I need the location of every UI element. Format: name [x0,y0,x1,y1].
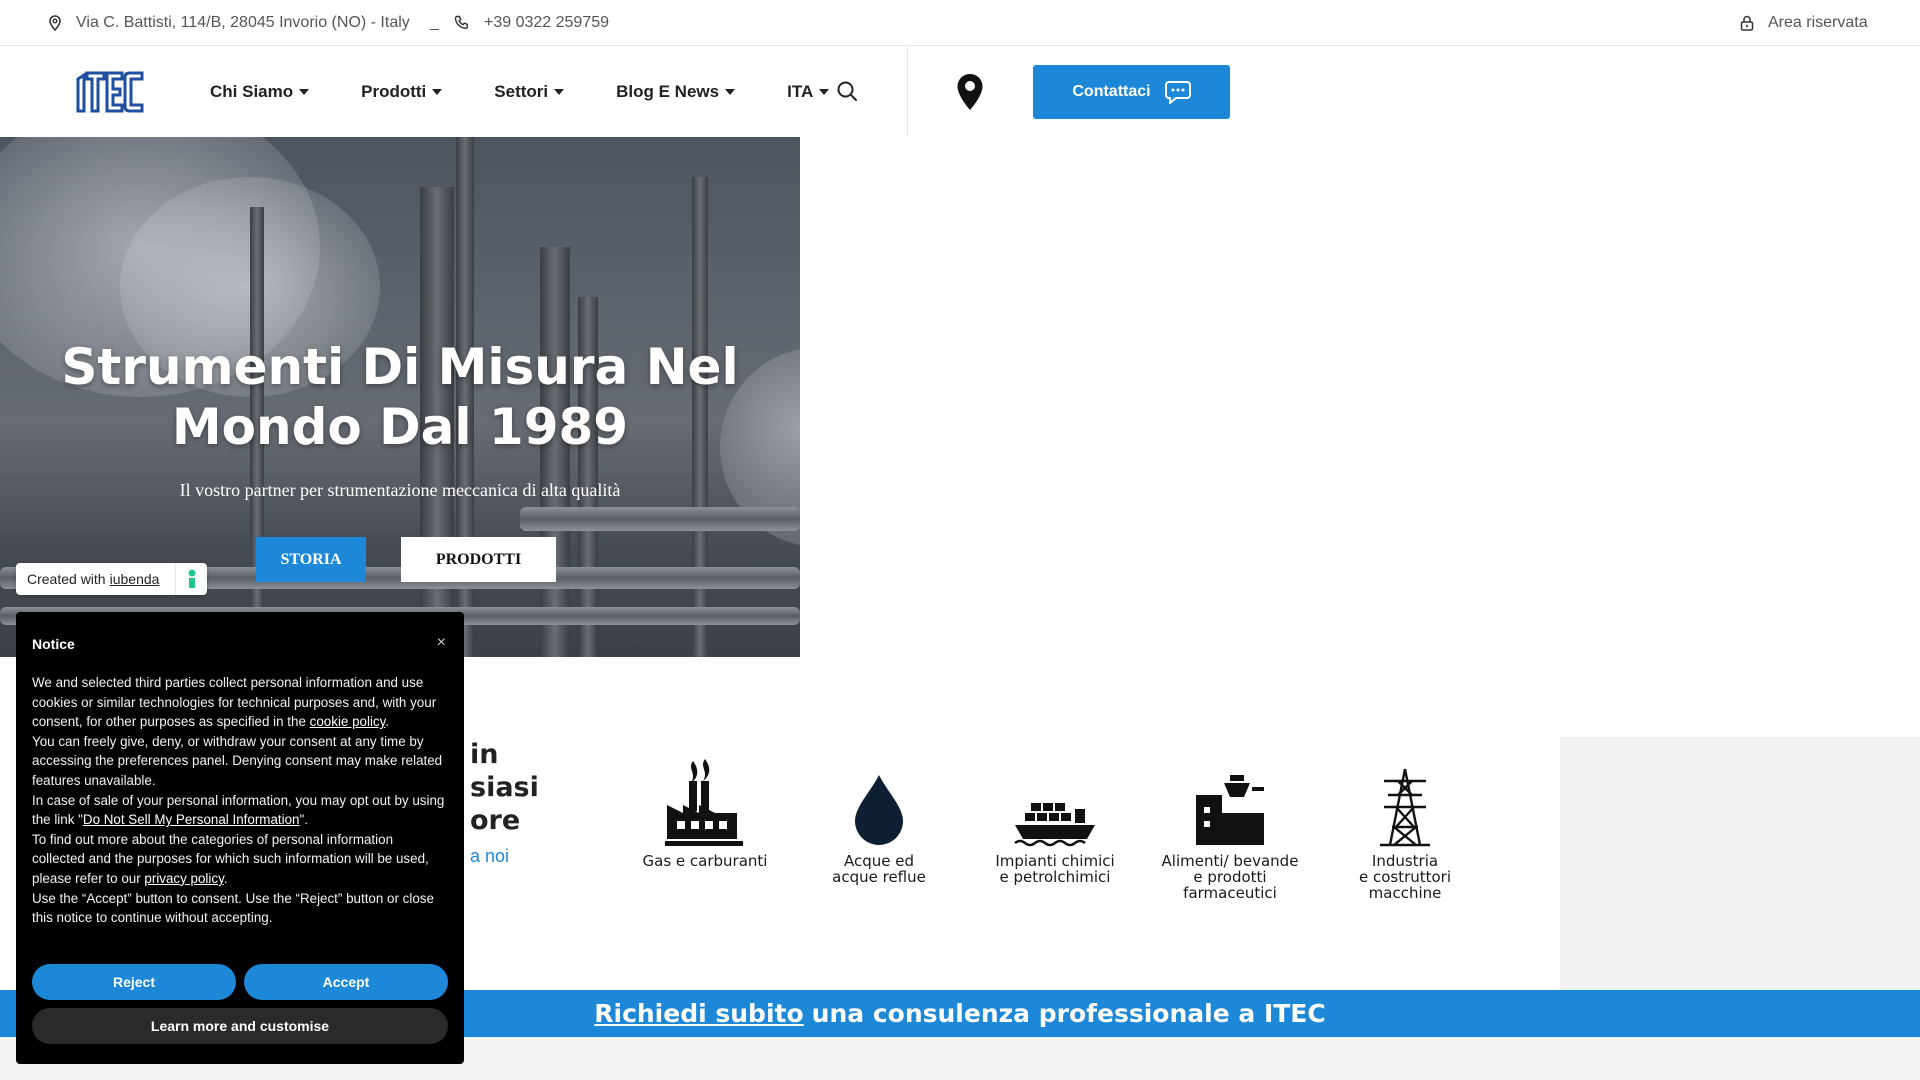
caret-down-icon [725,89,736,95]
sector-label: e prodotti [1193,868,1267,886]
sector-food[interactable]: Alimenti/ bevande e prodotti farmaceutic… [1155,757,1305,901]
nav-prodotti[interactable]: Prodotti [361,82,443,102]
cookie-policy-link[interactable]: cookie policy [310,714,386,729]
location-icon [49,15,61,31]
nav-label: Chi Siamo [210,82,294,101]
map-pin-button[interactable] [956,73,984,116]
phone-link[interactable]: +39 0322 259759 [454,0,609,46]
sector-label: acque reflue [832,868,926,886]
nav-label: Prodotti [361,82,427,101]
caret-down-icon [819,89,830,95]
nav-label: Blog E News [616,82,720,101]
contact-button-label: Contattaci [1072,83,1151,100]
sectors-heading-line: in [470,739,499,770]
address: Via C. Battisti, 114/B, 28045 Invorio (N… [48,0,410,46]
itec-logo[interactable] [74,69,146,115]
privacy-policy-link[interactable]: privacy policy [144,871,223,886]
consultation-link[interactable]: Richiedi subito [594,999,803,1028]
caret-down-icon [299,89,310,95]
hero-title-line: Mondo Dal 1989 [171,398,629,456]
nav-label: Settori [494,82,549,101]
search-button[interactable] [836,80,858,107]
sector-label: Alimenti/ bevande [1161,852,1299,870]
iubenda-logo [175,563,207,595]
sector-label: macchine [1368,884,1442,902]
sector-label: Impianti chimici [995,852,1115,870]
reserved-area-link[interactable]: Area riservata [1740,0,1868,46]
cookie-paragraph: To find out more about the categories of… [32,831,429,886]
search-icon [837,81,857,101]
phone-icon [454,15,468,30]
sector-label: Gas e carburanti [642,852,768,870]
sector-label: Industria [1371,852,1439,870]
hero-bg-pipe [520,507,800,531]
sectors-heading-line: siasi [470,772,539,803]
sectors-heading: in siasi ore [470,738,539,837]
iubenda-badge[interactable]: Created with iubenda [16,563,207,595]
sector-label: e petrolchimici [999,868,1111,886]
accept-button[interactable]: Accept [244,964,448,1000]
sectors-contact-link[interactable]: a noi [470,846,509,867]
caret-down-icon [432,89,443,95]
lock-icon [1740,15,1754,31]
do-not-sell-link[interactable]: Do Not Sell My Personal Information [83,812,300,827]
main-header: Chi Siamo Prodotti Settori Blog E News I… [0,47,1920,137]
header-divider [907,47,908,137]
phone-text: +39 0322 259759 [484,14,610,31]
sectors-heading-line: ore [470,805,521,836]
cookie-paragraph: You can freely give, deny, or withdraw y… [32,733,443,788]
hero-title: Strumenti Di Misura Nel Mondo Dal 1989 [0,337,800,457]
reject-button[interactable]: Reject [32,964,236,1000]
consultation-text: una consulenza professionale a ITEC [811,999,1326,1028]
map-pin-icon [957,74,983,110]
top-bar: Via C. Battisti, 114/B, 28045 Invorio (N… [0,0,1920,46]
iubenda-logo-icon [188,569,195,588]
cookie-text: We and selected third parties collect pe… [32,673,448,928]
sector-industry[interactable]: Industria e costruttori macchine [1330,757,1480,901]
hero-subtitle: Il vostro partner per strumentazione mec… [179,480,621,500]
chat-icon [1164,81,1191,104]
iubenda-link[interactable]: iubenda [110,571,160,587]
cookie-paragraph: We and selected third parties collect pe… [32,675,437,730]
storia-button[interactable]: STORIA [256,537,366,582]
cookie-buttons: Reject Accept [32,964,448,1000]
learn-more-button[interactable]: Learn more and customise [32,1008,448,1044]
contact-button[interactable]: Contattaci [1033,65,1230,119]
nav-label: ITA [787,82,814,101]
nav-settori[interactable]: Settori [494,82,565,102]
caret-down-icon [554,89,565,95]
main-nav: Chi Siamo Prodotti Settori Blog E News I… [210,47,881,137]
sector-label: Acque ed [843,852,915,870]
sector-label: farmaceutici [1183,884,1277,902]
nav-language[interactable]: ITA [787,82,830,102]
sector-chemical[interactable]: Impianti chimici e petrolchimici [980,757,1130,885]
address-text: Via C. Battisti, 114/B, 28045 Invorio (N… [76,14,410,31]
sector-water[interactable]: Acque ed acque reflue [804,757,954,885]
cookie-paragraph: Use the “Accept” button to consent. Use … [32,890,434,926]
reserved-area-text: Area riservata [1768,14,1868,31]
prodotti-button[interactable]: PRODOTTI [401,537,556,582]
hero-title-line: Strumenti Di Misura Nel [61,338,739,396]
nav-blog-news[interactable]: Blog E News [616,82,736,102]
gray-side-panel [1560,737,1920,990]
food-machine-icon [1196,775,1264,845]
itec-logo-icon [76,71,144,113]
cookie-notice: Notice × We and selected third parties c… [16,612,464,1064]
iubenda-prefix: Created with [27,571,106,587]
pylon-icon [1380,768,1430,847]
cookie-paragraph: In case of sale of your personal informa… [32,792,445,828]
factory-icon [665,759,743,846]
topbar-separator: _ [430,14,439,31]
nav-chi-siamo[interactable]: Chi Siamo [210,82,310,102]
water-drop-icon [855,775,903,845]
ship-icon [1014,803,1095,847]
sector-label: e costruttori [1358,868,1452,886]
sector-gas[interactable]: Gas e carburanti [630,757,780,869]
cookie-title: Notice [32,636,75,652]
close-icon[interactable]: × [437,634,446,652]
